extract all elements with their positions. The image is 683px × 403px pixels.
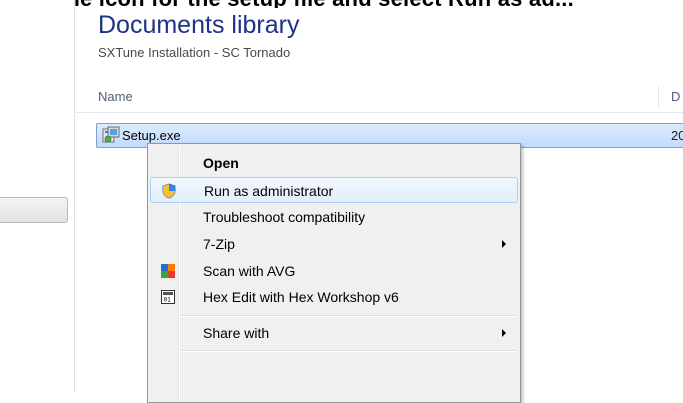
menu-separator	[181, 315, 516, 317]
navigation-pane-item[interactable]	[0, 197, 68, 223]
navigation-pane	[0, 0, 75, 392]
column-header-name[interactable]: Name	[98, 89, 133, 104]
column-divider[interactable]	[658, 86, 659, 108]
menu-item-label: Share with	[203, 325, 270, 341]
context-menu: Open Run as administrator Troubleshoot c…	[147, 143, 521, 403]
menu-item-scan-with-avg[interactable]: Scan with AVG	[150, 258, 518, 284]
library-subtitle: SXTune Installation - SC Tornado	[98, 45, 291, 60]
menu-item-run-as-administrator[interactable]: Run as administrator	[150, 177, 518, 203]
menu-item-label: Run as administrator	[204, 183, 334, 199]
menu-separator	[181, 350, 516, 352]
submenu-arrow-icon	[502, 240, 506, 248]
file-name: Setup.exe	[122, 128, 181, 143]
installer-icon	[102, 126, 120, 143]
menu-item-label: 7-Zip	[203, 236, 235, 252]
file-date: 20	[671, 128, 683, 143]
cropped-instruction-text: ...ing the icon for the setup file and s…	[0, 0, 683, 8]
menu-item-label: Open	[203, 155, 239, 171]
menu-item-label: Troubleshoot compatibility	[203, 209, 366, 225]
menu-item-open[interactable]: Open	[150, 150, 518, 176]
column-header-row: Name D	[75, 82, 683, 113]
menu-item-share-with[interactable]: Share with	[150, 320, 518, 346]
column-header-date[interactable]: D	[671, 89, 680, 104]
menu-item-label: Scan with AVG	[203, 263, 296, 279]
menu-item-hex-edit[interactable]: 01 Hex Edit with Hex Workshop v6	[150, 284, 518, 310]
submenu-arrow-icon	[502, 329, 506, 337]
menu-item-7zip[interactable]: 7-Zip	[150, 231, 518, 257]
uac-shield-icon	[162, 183, 176, 199]
svg-text:01: 01	[164, 297, 172, 304]
library-title: Documents library	[98, 11, 300, 39]
menu-item-troubleshoot-compatibility[interactable]: Troubleshoot compatibility	[150, 204, 518, 230]
avg-icon	[161, 264, 175, 278]
menu-item-label: Hex Edit with Hex Workshop v6	[203, 289, 399, 305]
hex-workshop-icon: 01	[161, 290, 175, 304]
